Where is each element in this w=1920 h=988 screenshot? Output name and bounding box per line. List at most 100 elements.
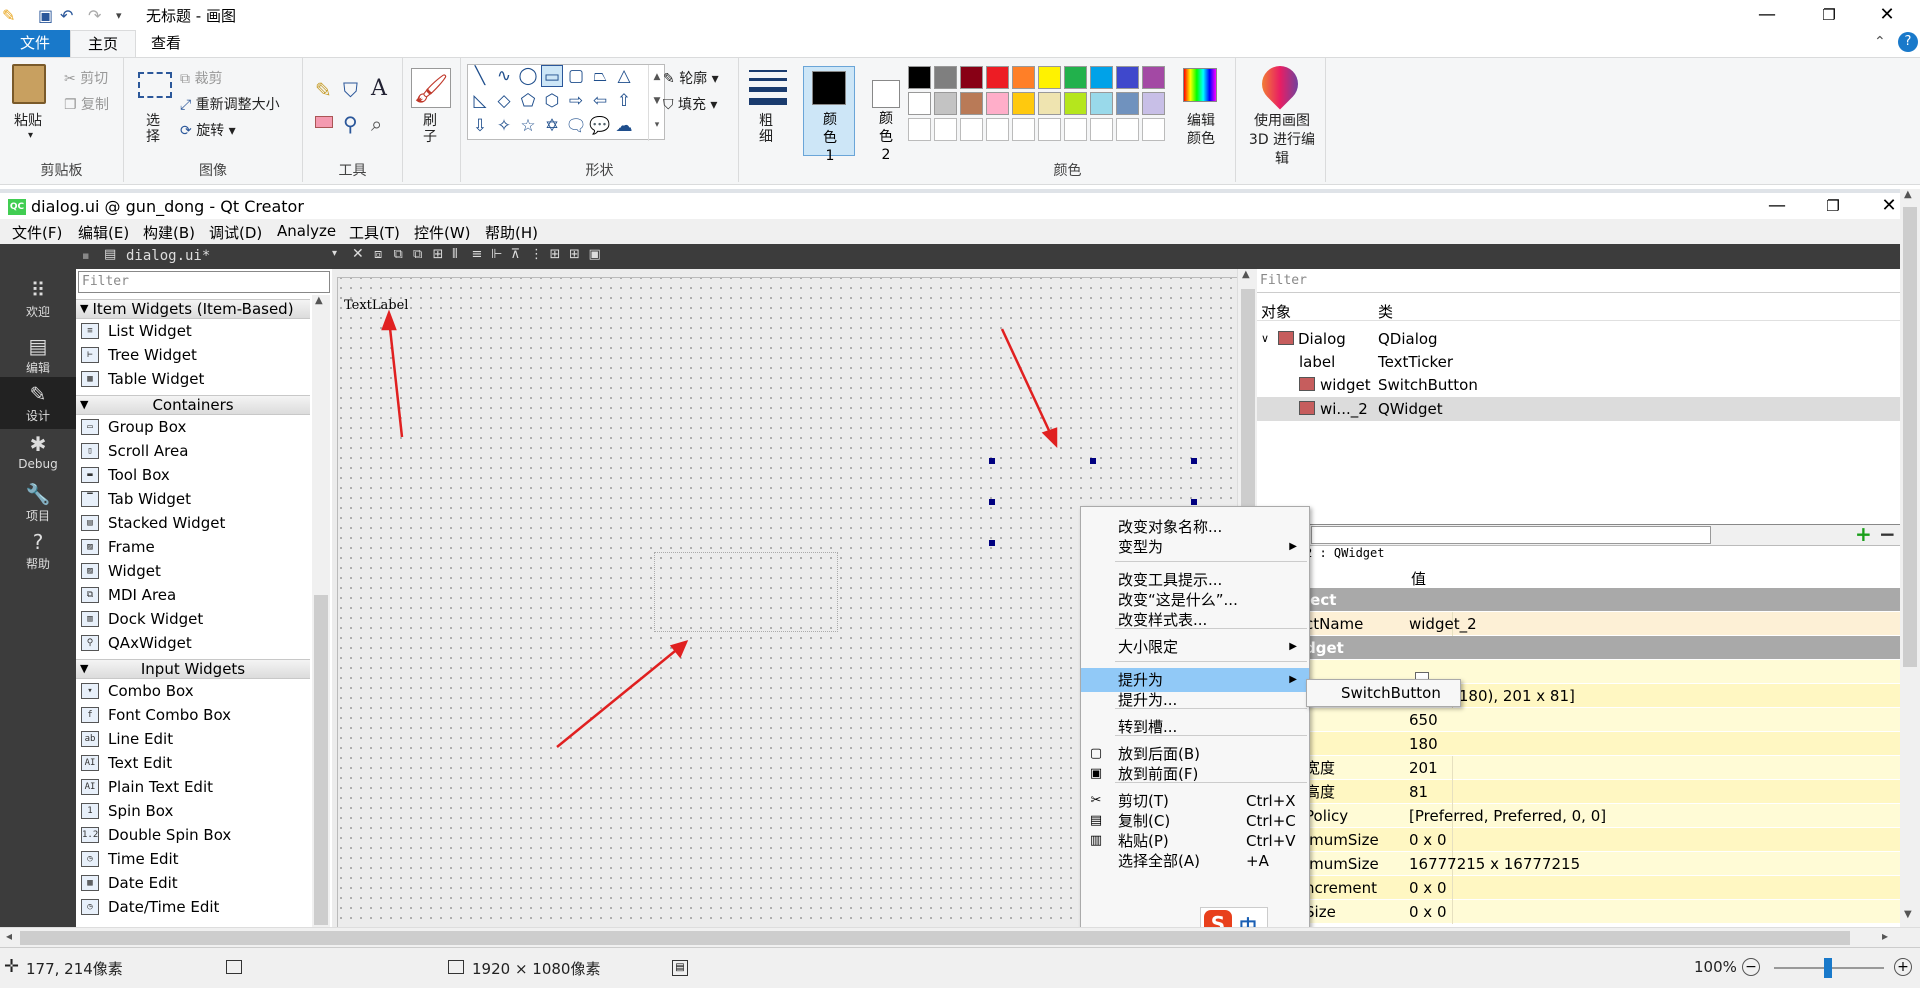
collapse-ribbon-icon[interactable]: ⌃ bbox=[1874, 34, 1886, 50]
widget-box-scroll-thumb[interactable] bbox=[314, 595, 328, 925]
property-value[interactable]: 0 x 0 bbox=[1409, 828, 1447, 852]
polygon-shape-icon[interactable]: ⏢ bbox=[589, 65, 611, 87]
cut-button[interactable]: ✂ 剪切 bbox=[64, 68, 108, 88]
widget-box-item[interactable]: ◷ Time Edit bbox=[76, 847, 310, 871]
object-tree-row[interactable]: widget SwitchButton bbox=[1257, 373, 1900, 397]
property-row[interactable]: imumSize 0 x 0 bbox=[1257, 828, 1900, 852]
mode-1[interactable]: ▤ 编辑 bbox=[0, 329, 76, 381]
color-swatch[interactable] bbox=[960, 92, 983, 115]
brushes-button[interactable]: 刷子 bbox=[423, 113, 443, 145]
pencil-icon[interactable]: ✎ bbox=[315, 78, 332, 102]
quick-access-dropdown-icon[interactable]: ▾ bbox=[116, 9, 122, 22]
menu-item[interactable]: 工具(T) bbox=[349, 222, 400, 243]
menu-item[interactable]: 编辑(E) bbox=[78, 222, 129, 243]
shapes-gallery[interactable]: ╲ ∿ ◯ ▭ ▢ ⏢ △ ◺ ◇ ⬠ ⬡ ⇨ ⇦ ⇧ ⇩ ✧ ☆ ✡ 🗨 💬 … bbox=[467, 64, 665, 141]
widget-box-item[interactable]: f Font Combo Box bbox=[76, 703, 310, 727]
menu-item[interactable]: 帮助(H) bbox=[485, 222, 538, 243]
widget-box-filter-input[interactable]: Filter bbox=[78, 271, 330, 293]
object-inspector-filter-input[interactable]: Filter bbox=[1257, 271, 1900, 293]
layout-form-icon[interactable]: ⋮ bbox=[530, 247, 543, 262]
object-tree-row[interactable]: wi..._2 QWidget bbox=[1257, 397, 1900, 421]
paint3d-icon[interactable] bbox=[1254, 58, 1306, 110]
paint-horizontal-scrollbar[interactable]: ◂ ▸ bbox=[0, 927, 1920, 947]
paint-restore-button[interactable]: ❐ bbox=[1806, 2, 1852, 28]
object-tree-row[interactable]: ∨ Dialog QDialog bbox=[1257, 327, 1900, 351]
open-file-name[interactable]: dialog.ui* bbox=[126, 248, 210, 264]
widget-box-scrollbar[interactable]: ▲ bbox=[312, 295, 330, 927]
menu-item[interactable]: 构建(B) bbox=[143, 222, 195, 243]
right-triangle-shape-icon[interactable]: ◺ bbox=[469, 90, 491, 112]
color-swatch[interactable] bbox=[986, 66, 1009, 89]
paste-button[interactable]: 粘贴 bbox=[14, 110, 42, 130]
scroll-up-icon[interactable]: ▲ bbox=[315, 295, 323, 306]
widget-box-item[interactable]: ▥ Dock Widget bbox=[76, 607, 310, 631]
tab-view[interactable]: 查看 bbox=[136, 30, 196, 57]
menu-item[interactable]: 文件(F) bbox=[12, 222, 62, 243]
expand-arrow-icon[interactable]: ∨ bbox=[1261, 327, 1269, 351]
crop-button[interactable]: ⧉ 裁剪 bbox=[180, 68, 222, 88]
fill-bucket-icon[interactable]: ⛉ bbox=[343, 78, 358, 102]
layout-grid-icon[interactable]: ⊞ bbox=[550, 247, 561, 262]
mode-2[interactable]: ✎ 设计 bbox=[0, 377, 76, 429]
property-row[interactable]: Policy [Preferred, Preferred, 0, 0] bbox=[1257, 804, 1900, 828]
menu-item[interactable]: 控件(W) bbox=[414, 222, 471, 243]
remove-property-icon[interactable]: − bbox=[1879, 522, 1896, 546]
rectangle-shape-icon[interactable]: ▭ bbox=[541, 65, 563, 87]
horizontal-scroll-thumb[interactable] bbox=[20, 931, 1850, 945]
color-swatch[interactable] bbox=[1116, 92, 1139, 115]
mode-0[interactable]: ⠿ 欢迎 bbox=[0, 273, 76, 325]
undo-icon[interactable]: ↶ bbox=[60, 6, 73, 25]
right-scroll-down-icon[interactable]: ▼ bbox=[1904, 909, 1912, 920]
widget-box-item[interactable]: ≡ List Widget bbox=[76, 319, 310, 343]
open-files-dropdown-icon[interactable]: ▾ bbox=[332, 248, 337, 259]
scroll-left-icon[interactable]: ◂ bbox=[6, 929, 12, 943]
redo-icon[interactable]: ↷ bbox=[88, 6, 101, 25]
property-value[interactable]: 650 bbox=[1409, 708, 1438, 732]
curve-shape-icon[interactable]: ∿ bbox=[493, 65, 515, 87]
custom-color-swatch[interactable] bbox=[1090, 118, 1113, 141]
left-arrow-shape-icon[interactable]: ⇦ bbox=[589, 90, 611, 112]
custom-color-swatch[interactable] bbox=[1064, 118, 1087, 141]
property-row[interactable]: 宽度 201 bbox=[1257, 756, 1900, 780]
custom-color-swatch[interactable] bbox=[1038, 118, 1061, 141]
mode-5[interactable]: ? 帮助 bbox=[0, 525, 76, 577]
property-row[interactable]: 高度 81 bbox=[1257, 780, 1900, 804]
property-value[interactable]: 0 x 0 bbox=[1409, 876, 1447, 900]
custom-color-swatch[interactable] bbox=[1116, 118, 1139, 141]
widget-box-item[interactable]: AI Text Edit bbox=[76, 751, 310, 775]
up-arrow-shape-icon[interactable]: ⇧ bbox=[613, 90, 635, 112]
custom-color-swatch[interactable] bbox=[934, 118, 957, 141]
widget-box-item[interactable]: ▤ Stacked Widget bbox=[76, 511, 310, 535]
layout-vertical-icon[interactable]: ≡ bbox=[472, 247, 483, 262]
color-swatch[interactable] bbox=[1012, 66, 1035, 89]
edit-widgets-icon[interactable]: ⧈ bbox=[374, 247, 382, 262]
edit-colors-icon[interactable] bbox=[1183, 68, 1217, 102]
zoom-in-button[interactable]: + bbox=[1894, 958, 1912, 976]
five-point-star-shape-icon[interactable]: ☆ bbox=[517, 115, 539, 137]
zoom-out-button[interactable]: − bbox=[1742, 958, 1760, 976]
edit-colors-button[interactable]: 编辑颜色 bbox=[1184, 112, 1218, 148]
widget-box-item[interactable]: ▯ Scroll Area bbox=[76, 439, 310, 463]
down-arrow-shape-icon[interactable]: ⇩ bbox=[469, 115, 491, 137]
widget-category[interactable]: ▼ Input Widgets bbox=[76, 659, 310, 679]
context-menu-item[interactable]: 变型为 ▶ bbox=[1081, 535, 1309, 559]
submenu-item-switchbutton[interactable]: SwitchButton bbox=[1341, 684, 1441, 702]
canvas-scroll-up-icon[interactable]: ▲ bbox=[1242, 269, 1250, 280]
widget-box-item[interactable]: ▾ Combo Box bbox=[76, 679, 310, 703]
property-filter-input[interactable] bbox=[1311, 526, 1711, 544]
property-row[interactable]: ject bbox=[1257, 588, 1900, 612]
callout-oval-shape-icon[interactable]: 💬 bbox=[589, 115, 611, 137]
tab-home[interactable]: 主页 bbox=[70, 30, 136, 57]
size-button[interactable]: 粗细 bbox=[759, 113, 779, 145]
four-point-star-shape-icon[interactable]: ✧ bbox=[493, 115, 515, 137]
scroll-right-icon[interactable]: ▸ bbox=[1882, 929, 1888, 943]
copy-button[interactable]: ❐ 复制 bbox=[64, 94, 109, 114]
right-scroll-up-icon[interactable]: ▲ bbox=[1904, 189, 1912, 200]
qt-right-scrollbar[interactable]: ▲ ▼ bbox=[1900, 189, 1920, 927]
paste-icon[interactable] bbox=[12, 64, 46, 104]
property-value[interactable]: 81 bbox=[1409, 780, 1428, 804]
select-icon[interactable] bbox=[138, 72, 172, 98]
color-swatch[interactable] bbox=[1064, 66, 1087, 89]
right-scroll-thumb[interactable] bbox=[1903, 207, 1917, 667]
qt-restore-button[interactable]: ❐ bbox=[1810, 193, 1856, 219]
